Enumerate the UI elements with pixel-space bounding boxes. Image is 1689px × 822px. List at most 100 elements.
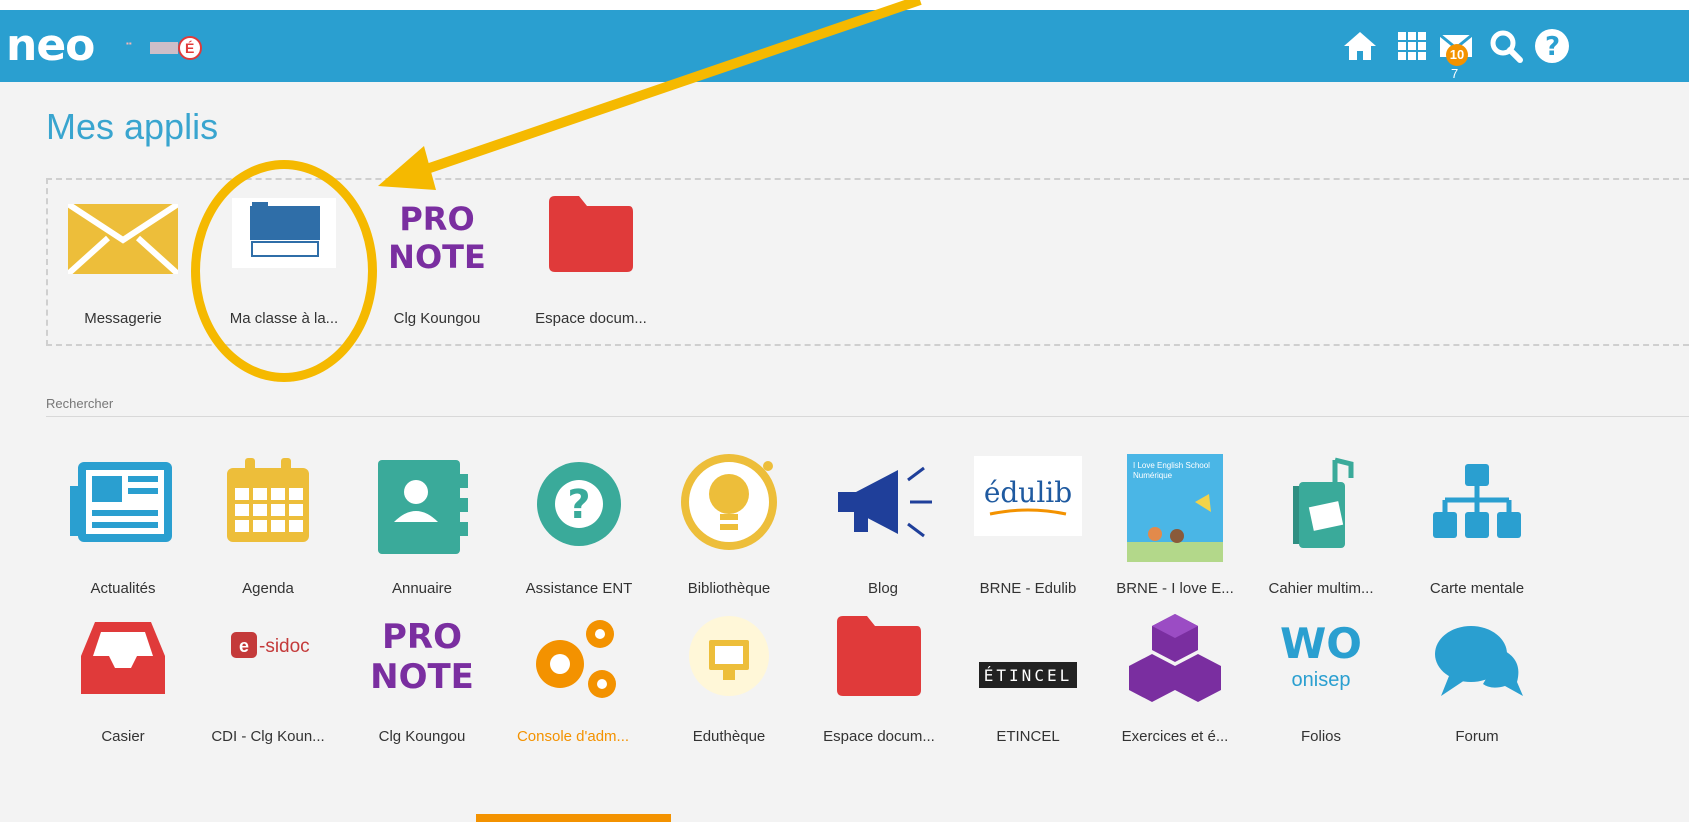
app-tile-console-admin[interactable]: Console d'adm... [498,610,648,760]
search-input[interactable] [46,416,1689,417]
folios-onisep-logo: WO onisep [1280,619,1362,691]
app-tile-pronote-2[interactable]: PRO NOTE Clg Koungou [347,610,497,760]
pronote-logo: PRO NOTE [372,617,472,694]
etincel-logo: ÉTINCEL [979,662,1077,688]
app-tile-messagerie[interactable]: Messagerie [48,194,198,334]
help-icon[interactable]: ? [1532,26,1572,66]
lightbulb-icon [681,454,777,550]
app-tile-edutheque[interactable]: Eduthèque [654,610,804,760]
app-label: Console d'adm... [516,728,630,745]
pronote-logo: PRO NOTE [388,200,486,274]
search-label: Rechercher [46,396,114,411]
inbox-tray-icon [81,622,165,694]
app-label: Espace docum... [823,728,935,745]
screen-icon [689,616,769,696]
app-tile-exercices[interactable]: Exercices et é... [1100,610,1250,760]
app-label: Assistance ENT [525,580,633,597]
app-tile-espace-documentaire-2[interactable]: Espace docum... [804,610,954,760]
gears-icon [536,620,616,698]
app-label: ETINCEL [996,728,1060,745]
svg-text:édulib: édulib [984,476,1072,509]
highlight-circle-annotation [191,160,377,382]
app-label: CDI - Clg Koun... [211,728,325,745]
app-tile-blog[interactable]: Blog [808,450,958,610]
question-circle-icon: ? [537,462,621,546]
esidoc-logo: e -sidoc [231,632,310,658]
app-tile-brne-i-love-english[interactable]: I Love English School Numérique BRNE - I… [1100,450,1250,610]
svg-text:-sidoc: -sidoc [259,636,310,657]
academy-logo-icon: ▪▪ É [126,36,202,60]
app-tile-cdi[interactable]: e -sidoc CDI - Clg Koun... [193,610,343,760]
app-label: Casier [101,728,145,745]
svg-text:ÉTINCEL: ÉTINCEL [984,666,1072,685]
app-label: Actualités [90,580,156,597]
next-row-partial-tile [476,814,671,822]
app-label: BRNE - I love E... [1116,580,1234,597]
app-label: Bibliothèque [687,580,771,597]
calendar-icon [227,458,309,542]
svg-text:I Love English School: I Love English School [1133,461,1210,470]
app-tile-casier[interactable]: Casier [48,610,198,760]
app-tile-pronote[interactable]: PRO NOTE Clg Koungou [362,194,512,334]
app-label: BRNE - Edulib [979,580,1077,597]
folder-icon [837,616,921,696]
edulib-logo: édulib [974,456,1082,536]
svg-text:PRO: PRO [399,200,474,238]
app-label: Folios [1300,728,1341,745]
app-label: Annuaire [391,580,453,597]
chat-bubbles-icon [1435,626,1523,696]
i-love-english-logo: I Love English School Numérique [1127,454,1223,562]
cubes-icon [1129,614,1221,702]
svg-text:NOTE: NOTE [372,657,472,694]
app-tile-cahier-multimedia[interactable]: Cahier multim... [1246,450,1396,610]
app-tile-brne-edulib[interactable]: édulib BRNE - Edulib [953,450,1103,610]
app-label: Clg Koungou [393,310,481,327]
app-tile-bibliotheque[interactable]: Bibliothèque [654,450,804,610]
contacts-book-icon [378,460,468,554]
svg-text:e: e [239,636,249,656]
mind-map-icon [1433,464,1521,538]
app-tile-annuaire[interactable]: Annuaire [347,450,497,610]
app-tile-espace-documentaire[interactable]: Espace docum... [516,194,666,334]
folder-icon [549,196,633,272]
app-label: Eduthèque [692,728,766,745]
multimedia-notebook-icon [1293,457,1354,548]
app-tile-forum[interactable]: Forum [1402,610,1552,760]
svg-text:NOTE: NOTE [388,238,486,274]
svg-text:Numérique: Numérique [1133,471,1173,480]
notification-sub-count: 7 [1451,66,1459,81]
top-navigation-bar: neo ▪▪ É ? [0,10,1689,82]
home-icon[interactable] [1340,26,1380,66]
svg-text:É: É [185,40,194,56]
newspaper-icon [70,462,172,542]
app-tile-carte-mentale[interactable]: Carte mentale [1402,450,1552,610]
svg-text:onisep: onisep [1292,669,1351,691]
svg-text:▪▪: ▪▪ [126,39,132,48]
top-white-strip [0,0,1689,10]
app-tile-folios[interactable]: WO onisep Folios [1246,610,1396,760]
search-icon[interactable] [1486,26,1526,66]
mail-envelope-icon [68,204,178,274]
app-label: Agenda [242,580,294,597]
app-label: Carte mentale [1429,580,1525,597]
svg-text:?: ? [567,482,590,528]
app-tile-actualites[interactable]: Actualités [48,450,198,610]
app-tile-assistance-ent[interactable]: ? Assistance ENT [504,450,654,610]
svg-text:PRO: PRO [382,617,462,657]
app-label: Cahier multim... [1268,580,1374,597]
svg-text:WO: WO [1280,619,1362,668]
page-title: Mes applis [46,106,219,147]
app-label: Exercices et é... [1121,728,1229,745]
neo-logo[interactable]: neo [6,20,95,71]
notification-count-badge: 10 [1446,44,1468,66]
app-label: Espace docum... [535,310,647,327]
app-label: Blog [867,580,899,597]
app-label: Messagerie [84,310,162,327]
app-tile-etincel[interactable]: ÉTINCEL ETINCEL [953,610,1103,760]
apps-grid-icon[interactable] [1392,26,1432,66]
app-label: Clg Koungou [378,728,466,745]
app-label: Forum [1455,728,1499,745]
megaphone-icon [838,466,932,538]
app-tile-agenda[interactable]: Agenda [193,450,343,610]
svg-text:?: ? [1545,32,1560,62]
